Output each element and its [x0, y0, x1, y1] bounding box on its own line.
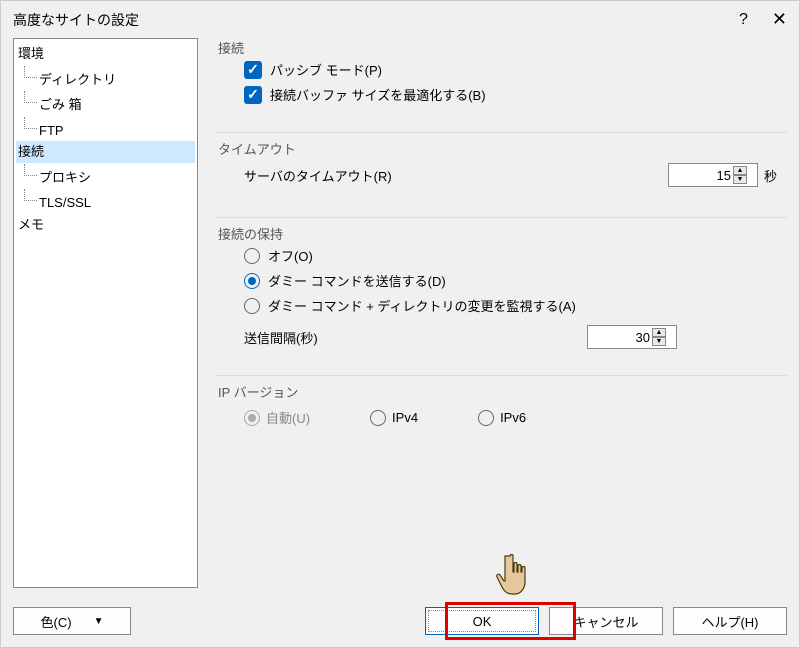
nav-tree[interactable]: 環境 ディレクトリ ごみ 箱 FTP 接続 プロキシ TLS/SSL メモ — [13, 38, 198, 588]
radio-ipv4[interactable] — [370, 410, 386, 426]
titlebar-buttons: ? ✕ — [739, 9, 787, 30]
row-keepalive-off: オフ(O) — [244, 246, 777, 265]
separator — [216, 375, 787, 376]
radio-ip-auto — [244, 410, 260, 426]
color-button[interactable]: 色(C) ▼ — [13, 607, 131, 635]
tree-trash[interactable]: ごみ 箱 — [16, 90, 195, 116]
footer-buttons: OK キャンセル ヘルプ(H) — [425, 607, 787, 635]
ok-button[interactable]: OK — [425, 607, 539, 635]
opt-ipv4: IPv4 — [370, 410, 418, 426]
group-ipversion-label: IP バージョン — [216, 382, 300, 401]
tree-connection[interactable]: 接続 — [16, 141, 195, 163]
cancel-button[interactable]: キャンセル — [549, 607, 663, 635]
spinner-server-timeout: ▲ ▼ — [668, 163, 758, 187]
help-icon[interactable]: ? — [739, 11, 748, 29]
group-timeout: タイムアウト サーバのタイムアウト(R) ▲ ▼ 秒 — [216, 141, 787, 205]
radio-keepalive-off[interactable] — [244, 248, 260, 264]
label-optimize-buffer[interactable]: 接続バッファ サイズを最適化する(B) — [270, 85, 486, 104]
radio-keepalive-dummydir[interactable] — [244, 298, 260, 314]
dialog-body: 環境 ディレクトリ ごみ 箱 FTP 接続 プロキシ TLS/SSL メモ 接続… — [1, 38, 799, 588]
color-button-label: 色(C) — [41, 612, 72, 631]
label-passive[interactable]: パッシブ モード(P) — [270, 60, 382, 79]
tree-proxy[interactable]: プロキシ — [16, 163, 195, 189]
group-connection-label: 接続 — [216, 38, 246, 57]
group-ipversion: IP バージョン 自動(U) IPv4 IPv6 — [216, 384, 787, 441]
group-keepalive: 接続の保持 オフ(O) ダミー コマンドを送信する(D) ダミー コマンド + … — [216, 226, 787, 363]
spin-down-icon[interactable]: ▼ — [733, 175, 747, 184]
separator — [216, 132, 787, 133]
label-ipv6[interactable]: IPv6 — [500, 410, 526, 425]
label-server-timeout: サーバのタイムアウト(R) — [244, 166, 392, 185]
separator — [216, 217, 787, 218]
label-keepalive-dummy[interactable]: ダミー コマンドを送信する(D) — [268, 271, 446, 290]
label-keepalive-dummydir[interactable]: ダミー コマンド + ディレクトリの変更を監視する(A) — [268, 296, 576, 315]
row-send-interval: 送信間隔(秒) ▲ ▼ — [244, 325, 777, 349]
label-ip-auto: 自動(U) — [266, 408, 310, 427]
spin-up-icon[interactable]: ▲ — [733, 166, 747, 175]
close-icon[interactable]: ✕ — [772, 9, 787, 30]
input-server-timeout[interactable] — [673, 168, 731, 183]
opt-ip-auto: 自動(U) — [244, 408, 310, 427]
group-timeout-label: タイムアウト — [216, 139, 298, 158]
radio-ipv6[interactable] — [478, 410, 494, 426]
row-ipversion: 自動(U) IPv4 IPv6 — [244, 408, 777, 427]
row-passive: パッシブ モード(P) — [244, 60, 777, 79]
tree-environment[interactable]: 環境 — [16, 43, 195, 65]
spin-buttons-interval: ▲ ▼ — [652, 328, 666, 346]
row-optimize-buffer: 接続バッファ サイズを最適化する(B) — [244, 85, 777, 104]
label-keepalive-off[interactable]: オフ(O) — [268, 246, 313, 265]
spinner-send-interval: ▲ ▼ — [587, 325, 677, 349]
group-connection: 接続 パッシブ モード(P) 接続バッファ サイズを最適化する(B) — [216, 40, 787, 120]
main-panel: 接続 パッシブ モード(P) 接続バッファ サイズを最適化する(B) タイムアウ… — [216, 38, 787, 588]
tree-directory[interactable]: ディレクトリ — [16, 65, 195, 91]
tree-memo[interactable]: メモ — [16, 214, 195, 236]
label-ipv4[interactable]: IPv4 — [392, 410, 418, 425]
advanced-site-settings-dialog: 高度なサイトの設定 ? ✕ 環境 ディレクトリ ごみ 箱 FTP 接続 プロキシ… — [0, 0, 800, 648]
spin-buttons-timeout: ▲ ▼ — [733, 166, 747, 184]
checkbox-passive[interactable] — [244, 61, 262, 79]
window-title: 高度なサイトの設定 — [13, 10, 139, 30]
row-server-timeout: サーバのタイムアウト(R) ▲ ▼ 秒 — [244, 163, 777, 187]
opt-ipv6: IPv6 — [478, 410, 526, 426]
tree-tlsssl[interactable]: TLS/SSL — [16, 188, 195, 214]
checkbox-optimize-buffer[interactable] — [244, 86, 262, 104]
titlebar: 高度なサイトの設定 ? ✕ — [1, 1, 799, 38]
chevron-down-icon: ▼ — [94, 616, 104, 627]
row-keepalive-dummy: ダミー コマンドを送信する(D) — [244, 271, 777, 290]
unit-seconds: 秒 — [764, 166, 777, 185]
spin-up-icon[interactable]: ▲ — [652, 328, 666, 337]
input-send-interval[interactable] — [592, 330, 650, 345]
footer: 色(C) ▼ OK キャンセル ヘルプ(H) — [13, 607, 787, 635]
help-button[interactable]: ヘルプ(H) — [673, 607, 787, 635]
row-keepalive-dummydir: ダミー コマンド + ディレクトリの変更を監視する(A) — [244, 296, 777, 315]
group-keepalive-label: 接続の保持 — [216, 224, 285, 243]
tree-ftp[interactable]: FTP — [16, 116, 195, 142]
radio-keepalive-dummy[interactable] — [244, 273, 260, 289]
spin-down-icon[interactable]: ▼ — [652, 337, 666, 346]
label-send-interval: 送信間隔(秒) — [244, 328, 318, 347]
